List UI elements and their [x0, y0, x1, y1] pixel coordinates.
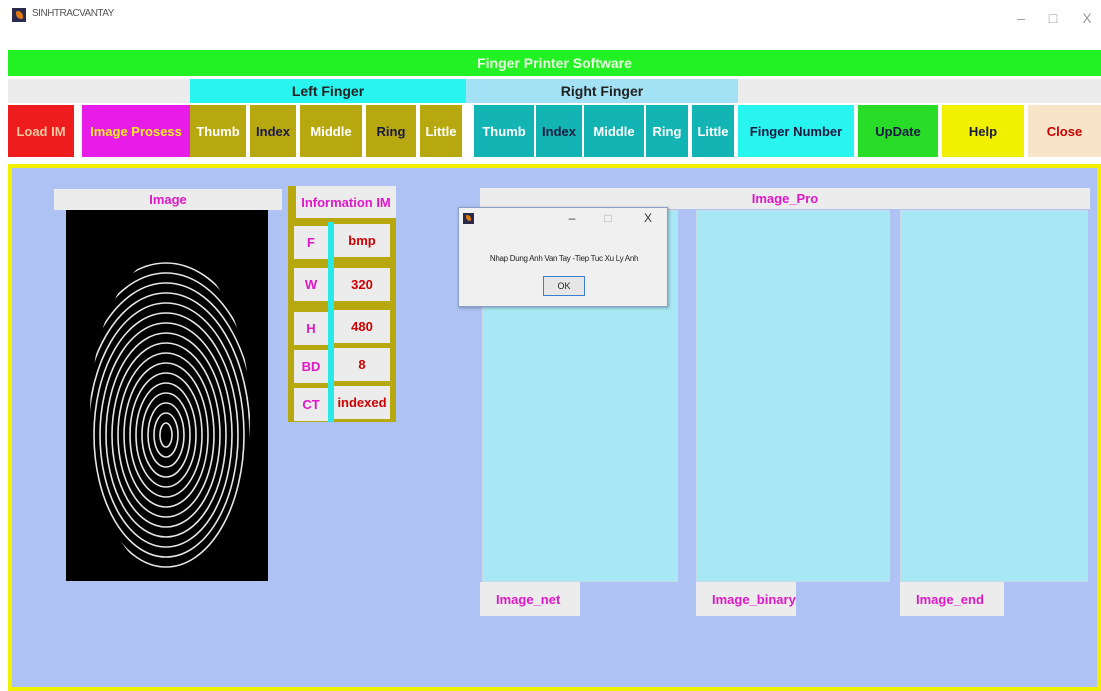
- left-index-button[interactable]: Index: [250, 105, 296, 157]
- fingerprint-graphic: [90, 255, 250, 575]
- update-button[interactable]: UpDate: [858, 105, 938, 157]
- info-key-width: W: [294, 268, 328, 301]
- close-window-button[interactable]: X: [1076, 10, 1098, 26]
- left-ring-button[interactable]: Ring: [366, 105, 416, 157]
- app-header-title: Finger Printer Software: [8, 50, 1101, 76]
- help-button[interactable]: Help: [942, 105, 1024, 157]
- info-value-format: bmp: [334, 224, 390, 257]
- info-value-width: 320: [334, 268, 390, 301]
- window-title: SINHTRACVANTAY: [32, 8, 114, 19]
- image-panel-title: Image: [54, 189, 282, 210]
- image-net-label: Image_net: [480, 582, 580, 616]
- dialog-maximize-button[interactable]: □: [599, 211, 617, 225]
- image-binary-label: Image_binary: [696, 582, 796, 616]
- information-title: Information IM: [296, 186, 396, 218]
- image-process-button[interactable]: Image Prosess: [82, 105, 190, 157]
- dialog-close-button[interactable]: X: [639, 211, 657, 225]
- info-key-bit-depth: BD: [294, 350, 328, 383]
- right-thumb-button[interactable]: Thumb: [474, 105, 534, 157]
- right-little-button[interactable]: Little: [692, 105, 734, 157]
- info-value-color-type: indexed: [334, 386, 390, 419]
- message-dialog: – □ X Nhap Dung Anh Van Tay -Tiep Tuc Xu…: [458, 207, 668, 307]
- left-thumb-button[interactable]: Thumb: [190, 105, 246, 157]
- window-titlebar: [0, 0, 1101, 46]
- finger-number-button[interactable]: Finger Number: [738, 105, 854, 157]
- right-finger-group-label: Right Finger: [466, 79, 738, 103]
- info-key-height: H: [294, 312, 328, 345]
- image-binary-box: [696, 210, 890, 582]
- image-pro-title: Image_Pro: [480, 188, 1090, 209]
- matlab-app-icon: [12, 8, 26, 22]
- info-value-height: 480: [334, 310, 390, 343]
- dialog-minimize-button[interactable]: –: [563, 211, 581, 225]
- left-finger-group-label: Left Finger: [190, 79, 466, 103]
- dialog-app-icon: [463, 213, 474, 224]
- image-end-box: [900, 210, 1088, 582]
- right-ring-button[interactable]: Ring: [646, 105, 688, 157]
- info-key-format: F: [294, 226, 328, 259]
- image-end-label: Image_end: [900, 582, 1004, 616]
- left-middle-button[interactable]: Middle: [300, 105, 362, 157]
- left-little-button[interactable]: Little: [420, 105, 462, 157]
- load-image-button[interactable]: Load IM: [8, 105, 74, 157]
- dialog-message: Nhap Dung Anh Van Tay -Tiep Tuc Xu Ly An…: [489, 254, 639, 263]
- right-index-button[interactable]: Index: [536, 105, 582, 157]
- close-button[interactable]: Close: [1028, 105, 1101, 157]
- info-key-color-type: CT: [294, 388, 328, 421]
- fingerprint-image: [66, 210, 268, 581]
- minimize-window-button[interactable]: –: [1010, 10, 1032, 26]
- maximize-window-button[interactable]: □: [1042, 10, 1064, 26]
- info-value-bit-depth: 8: [334, 348, 390, 381]
- dialog-ok-button[interactable]: OK: [543, 276, 585, 296]
- right-middle-button[interactable]: Middle: [584, 105, 644, 157]
